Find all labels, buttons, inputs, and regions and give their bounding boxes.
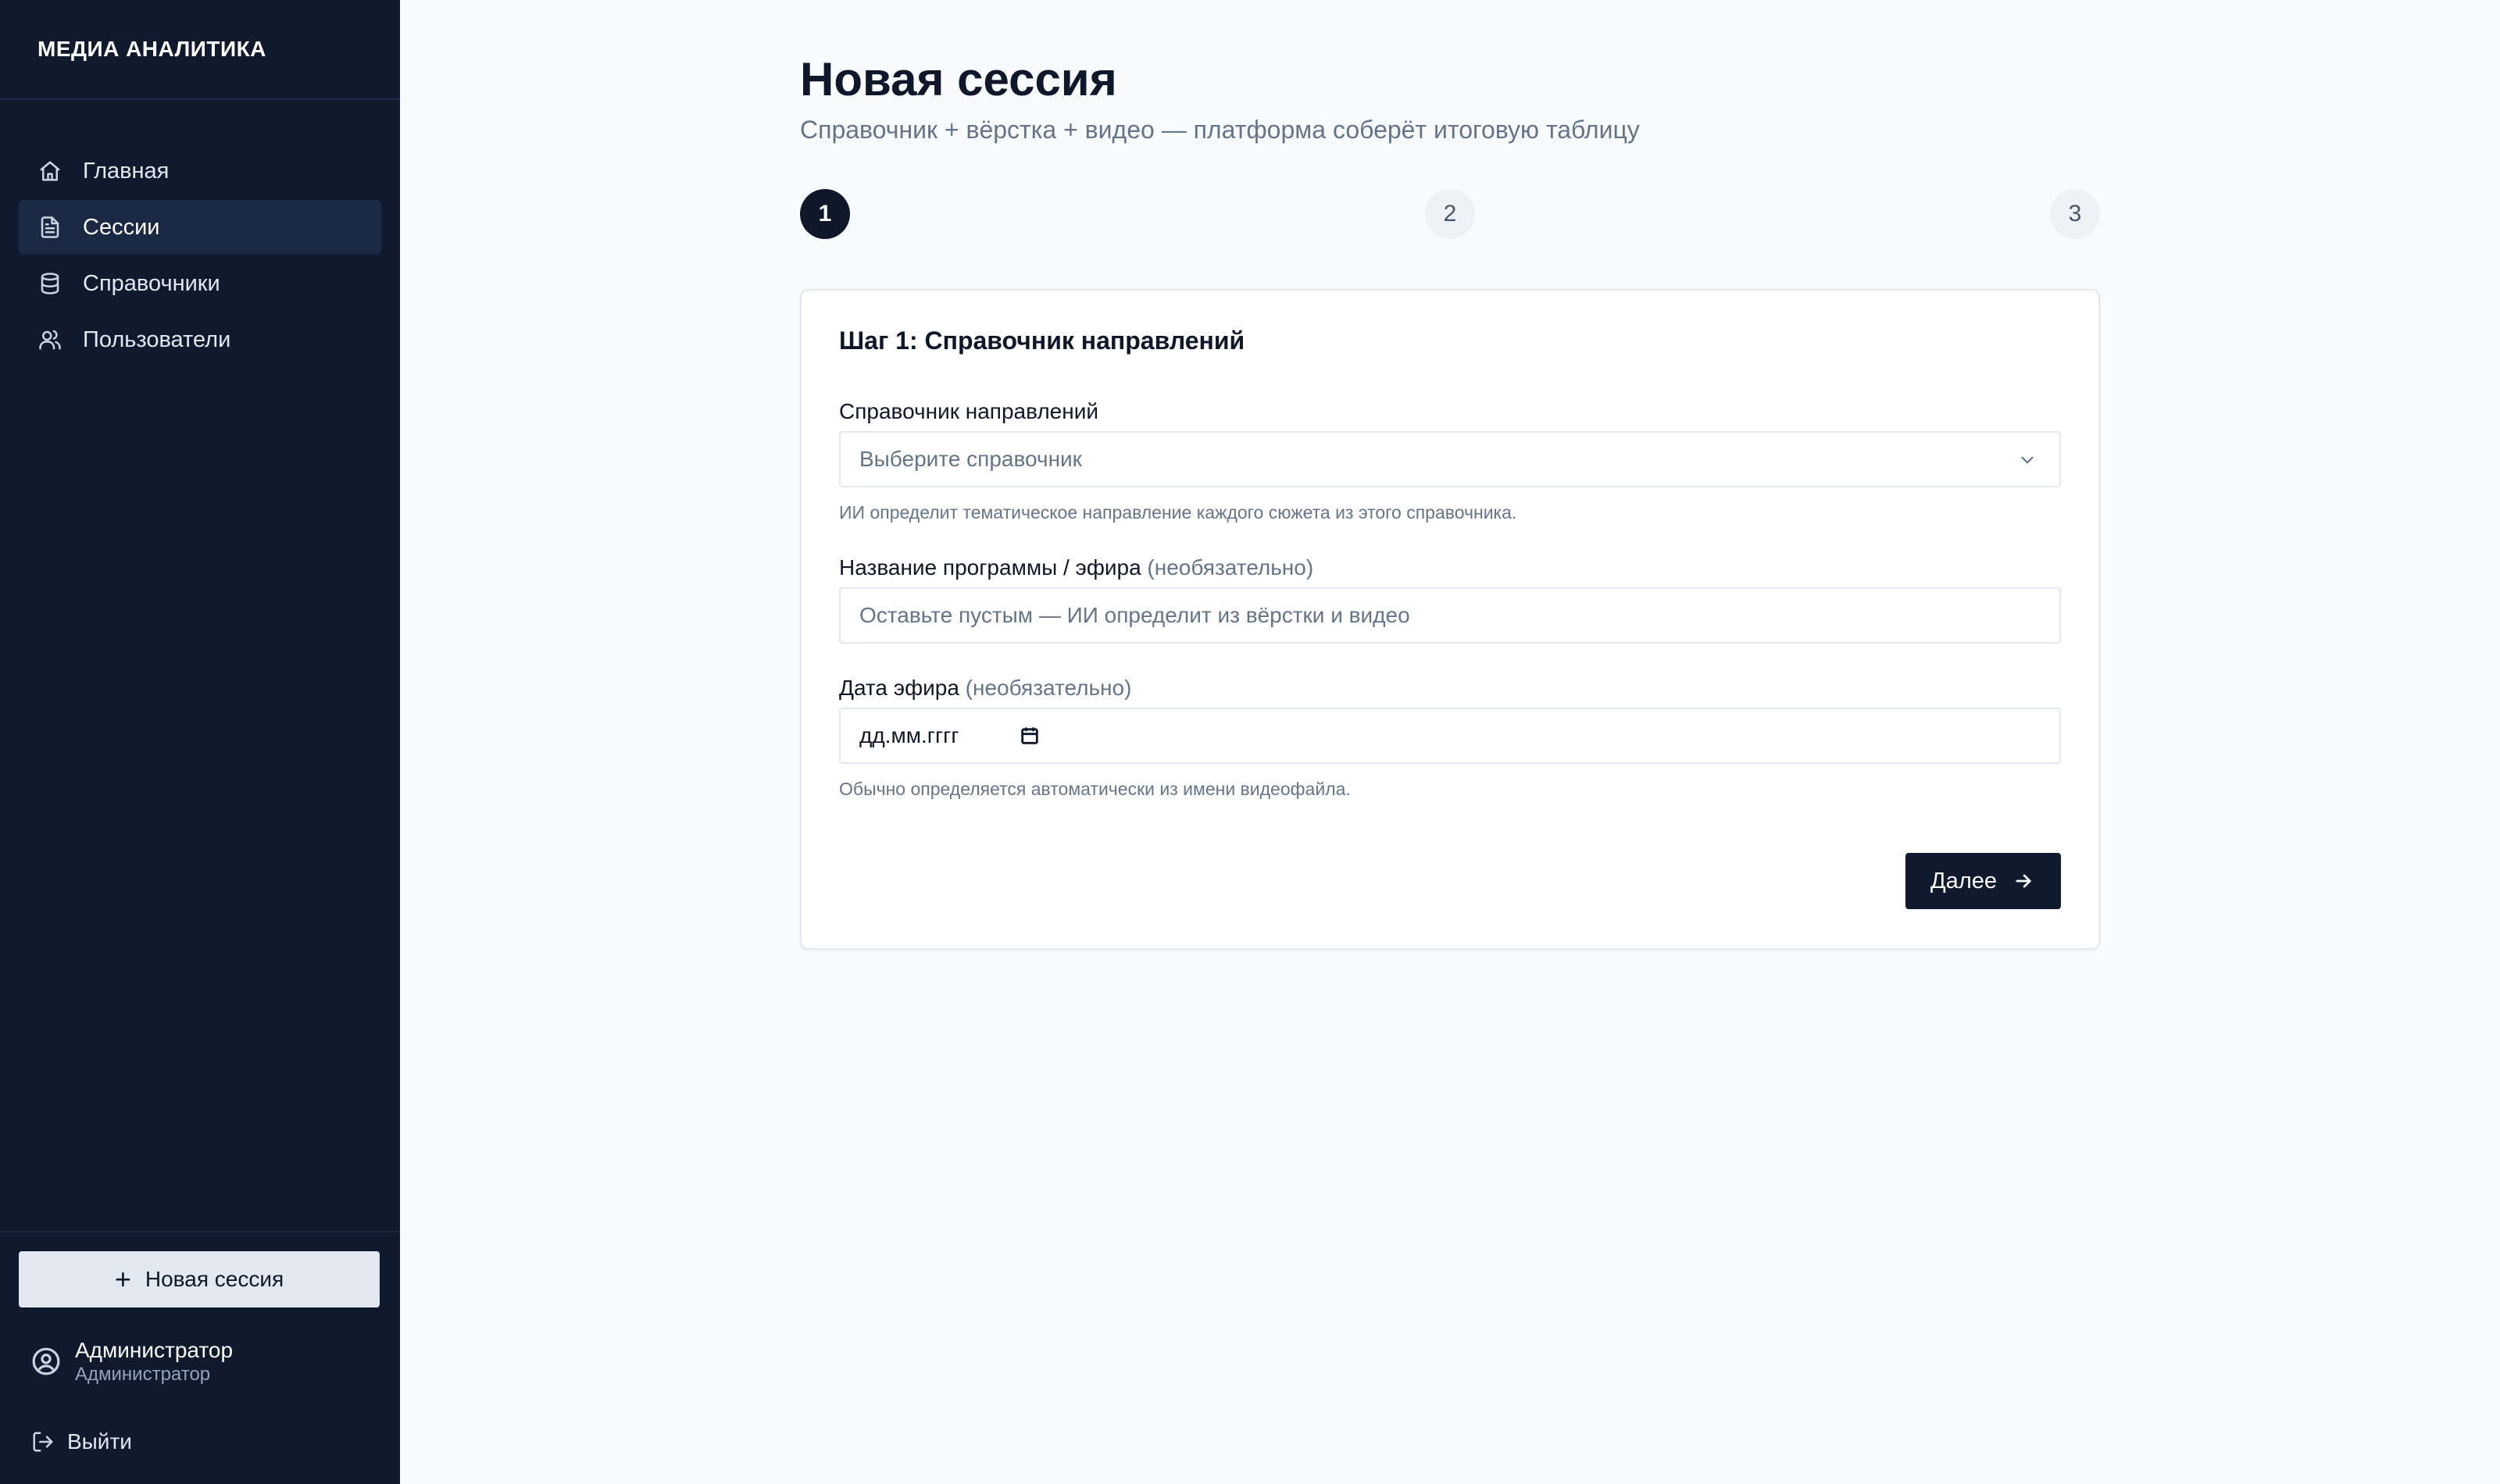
user-circle-icon — [31, 1347, 61, 1376]
step-2-indicator: 2 — [1425, 189, 1475, 239]
form-actions: Далее — [839, 853, 2061, 909]
sidebar-item-label: Справочники — [83, 270, 220, 296]
logout-label: Выйти — [67, 1429, 132, 1454]
program-field: Название программы / эфира (необязательн… — [839, 555, 2061, 644]
air-date-input[interactable]: дд.мм.гггг — [839, 708, 2061, 764]
logout-icon — [33, 1432, 53, 1452]
air-date-field: Дата эфира (необязательно) дд.мм.гггг Об… — [839, 675, 2061, 800]
app-brand: МЕДИА АНАЛИТИКА — [0, 0, 400, 100]
directory-select-value: Выберите справочник — [859, 447, 1082, 471]
database-icon — [38, 271, 62, 296]
sidebar-footer: + Новая сессия Администратор Администрат… — [0, 1231, 400, 1484]
page-title: Новая сессия — [800, 53, 1117, 105]
step-1-indicator: 1 — [800, 189, 850, 239]
next-button-label: Далее — [1930, 868, 1997, 894]
program-optional-note: (необязательно) — [1147, 555, 1314, 580]
user-name: Администратор — [75, 1338, 234, 1362]
user-role: Администратор — [75, 1364, 211, 1385]
step-card: Шаг 1: Справочник направлений Справочник… — [800, 289, 2100, 950]
sidebar: МЕДИА АНАЛИТИКА Главная Сессии Справочни… — [0, 0, 400, 1484]
air-date-label-row: Дата эфира (необязательно) — [839, 675, 2061, 701]
stepper: 1 2 3 — [800, 189, 2100, 239]
card-title: Шаг 1: Справочник направлений — [839, 326, 1245, 355]
sidebar-item-home[interactable]: Главная — [19, 144, 381, 198]
program-name-input[interactable]: Оставьте пустым — ИИ определит из вёрстк… — [839, 587, 2061, 644]
sidebar-item-sessions[interactable]: Сессии — [19, 200, 381, 255]
new-session-label: Новая сессия — [145, 1267, 284, 1291]
logout-link[interactable]: Выйти — [31, 1429, 132, 1454]
sidebar-nav: Главная Сессии Справочники Пользователи — [0, 100, 400, 367]
arrow-right-icon — [2016, 874, 2031, 888]
step-3-indicator: 3 — [2050, 189, 2100, 239]
air-date-optional-note: (необязательно) — [965, 676, 1132, 700]
directory-field: Справочник направлений Выберите справочн… — [839, 398, 2061, 523]
directory-label: Справочник направлений — [839, 399, 1098, 423]
document-icon — [38, 215, 62, 240]
sidebar-item-label: Сессии — [83, 214, 160, 240]
program-label: Название программы / эфира — [839, 555, 1141, 580]
chevron-down-icon — [2017, 450, 2038, 470]
sidebar-item-directories[interactable]: Справочники — [19, 256, 381, 311]
sidebar-item-users[interactable]: Пользователи — [19, 312, 381, 367]
air-date-label: Дата эфира — [839, 676, 959, 700]
directory-hint: ИИ определит тематическое направление ка… — [839, 502, 1517, 523]
next-button[interactable]: Далее — [1905, 853, 2061, 909]
user-profile: Администратор Администратор — [31, 1337, 233, 1386]
sidebar-item-label: Пользователи — [83, 326, 231, 352]
users-icon — [38, 327, 62, 352]
program-name-placeholder: Оставьте пустым — ИИ определит из вёрстк… — [859, 603, 1410, 627]
air-date-hint: Обычно определяется автоматически из име… — [839, 779, 1351, 799]
calendar-icon[interactable] — [1019, 725, 1041, 747]
page-subtitle: Справочник + вёрстка + видео — платформа… — [800, 116, 1640, 144]
new-session-button[interactable]: + Новая сессия — [19, 1251, 380, 1307]
home-icon — [38, 159, 62, 184]
program-label-row: Название программы / эфира (необязательн… — [839, 555, 2061, 581]
sidebar-item-label: Главная — [83, 158, 170, 184]
main-content: Новая сессия Справочник + вёрстка + виде… — [800, 0, 2100, 950]
plus-icon: + — [114, 1263, 131, 1295]
directory-select[interactable]: Выберите справочник — [839, 431, 2061, 487]
air-date-placeholder: дд.мм.гггг — [859, 723, 959, 747]
